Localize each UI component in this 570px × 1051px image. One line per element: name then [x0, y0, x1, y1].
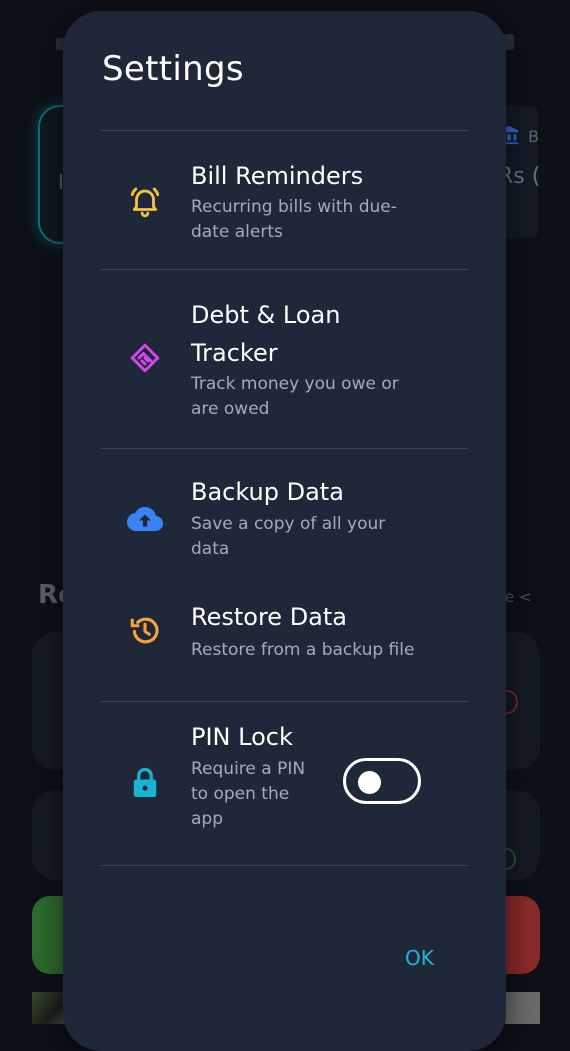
lock-icon: [127, 764, 163, 800]
pin-lock-toggle[interactable]: [343, 758, 421, 804]
balance-card-right-label: B: [528, 127, 539, 146]
settings-item-subtitle: to open the: [191, 784, 290, 804]
settings-item-title: PIN Lock: [191, 723, 293, 751]
settings-item-title: Bill Reminders: [191, 162, 364, 190]
settings-item-title: Restore Data: [191, 603, 347, 631]
toggle-knob: [358, 771, 381, 794]
settings-item-subtitle: data: [191, 539, 230, 559]
settings-item-subtitle: app: [191, 809, 223, 829]
settings-item-subtitle: Recurring bills with due-: [191, 197, 397, 217]
settings-item-subtitle: Save a copy of all your: [191, 514, 386, 534]
settings-dialog: Settings Bill Reminders Recurring bills …: [63, 11, 506, 1051]
cloud-upload-icon: [127, 501, 163, 537]
settings-item-subtitle: Restore from a backup file: [191, 640, 415, 660]
settings-item-debt-loan-tracker[interactable]: Debt & Loan Tracker Track money you owe …: [101, 270, 469, 448]
settings-item-backup-data[interactable]: Backup Data Save a copy of all your data: [101, 449, 469, 569]
settings-item-restore-data[interactable]: Restore Data Restore from a backup file: [101, 586, 469, 686]
dialog-title: Settings: [102, 49, 244, 89]
settings-item-title: Backup Data: [191, 478, 344, 506]
settings-item-subtitle: Require a PIN: [191, 759, 306, 779]
settings-item-title: Debt & Loan: [191, 301, 341, 329]
divider: [101, 865, 469, 866]
settings-item-title: Tracker: [191, 339, 278, 367]
handshake-icon: [127, 340, 163, 376]
bell-ring-icon: [127, 183, 163, 219]
settings-item-subtitle: are owed: [191, 399, 270, 419]
settings-item-subtitle: date alerts: [191, 222, 283, 242]
see-more-link: e <: [505, 588, 532, 606]
settings-item-subtitle: Track money you owe or: [191, 374, 399, 394]
thumbnail-image: [505, 992, 540, 1024]
history-icon: [127, 612, 163, 648]
settings-item-bill-reminders[interactable]: Bill Reminders Recurring bills with due-…: [101, 131, 469, 269]
ok-button[interactable]: OK: [401, 944, 438, 972]
